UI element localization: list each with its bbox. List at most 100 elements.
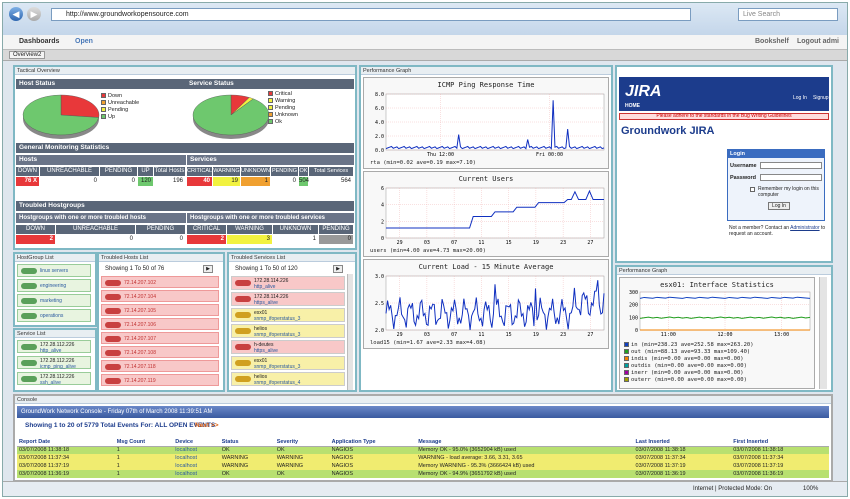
column-header[interactable]: First Inserted [731, 438, 829, 447]
host-stat-value[interactable]: 120 [138, 177, 153, 186]
graph-legend: load15 (min=1.67 ave=2.33 max=4.08) [370, 340, 486, 346]
tg-value[interactable]: 3 [227, 235, 272, 244]
service-stat-value[interactable]: 1 [241, 177, 270, 186]
table-row[interactable]: 03/07/2008 11:37:34 1 localhost WARNING WARN… [17, 454, 829, 462]
troubled-host-item[interactable]: 72.14.207.107 [101, 332, 219, 344]
legend-text: ave=0.00 [684, 356, 714, 362]
troubled-service-item[interactable]: esx01 snmp_ifoperstatus_3 [231, 308, 345, 322]
legend-text: (min=0.00 [650, 370, 684, 376]
next-page-icon[interactable]: ▶ [203, 265, 213, 273]
interface-legend-row: inerr (min=0.00 ave=0.00 max=0.00) [624, 370, 754, 377]
open-menu[interactable]: Open [75, 38, 93, 45]
hostgroup-item[interactable]: engineering [17, 279, 91, 292]
column-header[interactable]: Device [173, 438, 220, 447]
login-link[interactable]: Log In [793, 95, 807, 101]
gms-header: General Monitoring Statistics [16, 143, 354, 153]
back-icon[interactable]: ◀ [9, 7, 23, 21]
troubled-host-item[interactable]: 72.14.207.102 [101, 276, 219, 288]
troubled-host-item[interactable]: 72.14.207.105 [101, 304, 219, 316]
column-header[interactable]: Status [219, 438, 275, 447]
tg-value[interactable]: 2 [187, 235, 226, 244]
table-row[interactable]: 03/07/2008 11:36:19 1 localhost OK OK NAGIOS M… [17, 470, 829, 478]
tg-value[interactable]: 0 [136, 235, 185, 244]
tg-value[interactable]: 0 [56, 235, 135, 244]
service-icon [21, 344, 37, 350]
table-row[interactable]: 03/07/2008 11:37:19 1 localhost WARNING WARN… [17, 462, 829, 470]
troubled-host-item[interactable]: 72.14.207.118 [101, 360, 219, 372]
column-header[interactable]: Application Type [329, 438, 417, 447]
troubled-service-item[interactable]: 172.28.114.226 http_alive [231, 276, 345, 290]
home-link[interactable]: HOME [625, 103, 640, 109]
troubled-service-item[interactable]: 172.28.114.226 https_alive [231, 292, 345, 306]
troubled-service-item[interactable]: helios snmp_ifoperstatus_4 [231, 372, 345, 386]
console-showing: Showing 1 to 20 of 5779 Total Events For… [25, 422, 216, 429]
column-header[interactable]: Severity [274, 438, 330, 447]
host-stat-value[interactable]: 196 [154, 177, 185, 186]
signup-link[interactable]: Signup [813, 95, 829, 101]
next-page-icon[interactable]: ▶ [333, 265, 343, 273]
troubled-service-item[interactable]: helios snmp_ifoperstatus_3 [231, 324, 345, 338]
address-bar[interactable]: http://www.groundworkopensource.com [51, 8, 691, 21]
column-header[interactable]: Message [416, 438, 634, 447]
service-stat-value[interactable]: 564 [309, 177, 353, 186]
logout-link[interactable]: Logout admi [797, 38, 839, 45]
troubled-service-item[interactable]: esx01 snmp_ifoperstatus_3 [231, 356, 345, 370]
table-cell: NAGIOS [331, 463, 354, 469]
tg-value[interactable]: 2 [16, 235, 55, 244]
scrollbar[interactable] [347, 274, 353, 390]
table-row[interactable]: 03/07/2008 11:38:18 1 localhost OK OK NAGIOS M… [17, 446, 829, 454]
tg-value[interactable]: 1 [273, 235, 318, 244]
tg-col-header: UNKNOWN [273, 225, 318, 234]
tg-value[interactable]: 0 [319, 235, 353, 244]
service-stat-value[interactable]: 504 [299, 177, 309, 186]
admin-link[interactable]: Administrator [790, 225, 819, 231]
forward-icon[interactable]: ▶ [27, 7, 41, 21]
next-link[interactable]: Next >> [195, 422, 219, 429]
zoom-text[interactable]: 100% [803, 486, 818, 492]
troubled-host-item[interactable]: 72.14.207.108 [101, 346, 219, 358]
column-header[interactable]: Report Date [17, 438, 115, 447]
scrollbar[interactable] [819, 277, 827, 389]
service-stat-value[interactable]: 19 [213, 177, 240, 186]
password-field[interactable] [760, 174, 822, 181]
troubled-host-item[interactable]: 72.14.207.106 [101, 318, 219, 330]
hostgroup-item[interactable]: linux servers [17, 264, 91, 277]
host-stat-value[interactable]: 0 [40, 177, 99, 186]
search-input[interactable]: Live Search [738, 8, 838, 21]
service-pie-chart [192, 94, 270, 139]
host-stat-value[interactable]: 0 [100, 177, 137, 186]
host-stat-value[interactable]: 76 X [16, 177, 39, 186]
service-item[interactable]: 172.28.112.226 http_alive [17, 340, 91, 354]
troubled-host-item[interactable]: 72.14.207.119 [101, 374, 219, 386]
tg-right-header: Hostgroups with one or more troubled ser… [187, 213, 354, 223]
host-col-header: UP [138, 167, 153, 176]
bookshelf-link[interactable]: Bookshelf [755, 38, 789, 45]
tg-col-header: PENDING [319, 225, 353, 234]
table-cell: localhost [175, 463, 198, 469]
troubled-host-item[interactable]: 72.14.207.104 [101, 290, 219, 302]
service-item[interactable]: 172.28.112.226 ssh_alive [17, 372, 91, 386]
tab-overview2[interactable]: Overview2 [9, 51, 46, 59]
y-tick-label: 100 [629, 315, 638, 321]
legend-text: ave=252.58 [680, 342, 718, 348]
server-icon [21, 313, 37, 319]
graph-legend: rta (min=0.02 ave=0.19 max=7.10) [370, 160, 476, 166]
column-header[interactable]: Msg Count [114, 438, 174, 447]
column-header[interactable]: Last Inserted [633, 438, 732, 447]
username-field[interactable] [760, 162, 822, 169]
troubled-service-item[interactable]: h-deutes https_alive [231, 340, 345, 354]
users-plot: 6 4 2 0 29 03 07 11 15 19 23 27 [381, 186, 605, 246]
dashboards-menu[interactable]: Dashboards [19, 38, 59, 45]
hostgroup-item[interactable]: operations [17, 309, 91, 322]
service-stat-value[interactable]: 0 [271, 177, 298, 186]
login-button[interactable]: Log In [768, 202, 790, 210]
hostgroup-item[interactable]: marketing [17, 294, 91, 307]
service-item[interactable]: 172.28.112.226 icmp_ping_alive [17, 356, 91, 370]
legend-text: out [631, 349, 645, 355]
hostgroup-list-panel: HostGroup List linux servers engineering m… [13, 252, 97, 327]
service-stat-value[interactable]: 40 [187, 177, 212, 186]
interface-legend-row: in (min=238.23 ave=252.58 max=263.20) [624, 342, 754, 349]
legend-text: max=263.20) [717, 342, 754, 348]
remember-checkbox[interactable] [750, 187, 755, 192]
remember-label: Remember my login on this computer [758, 186, 819, 198]
